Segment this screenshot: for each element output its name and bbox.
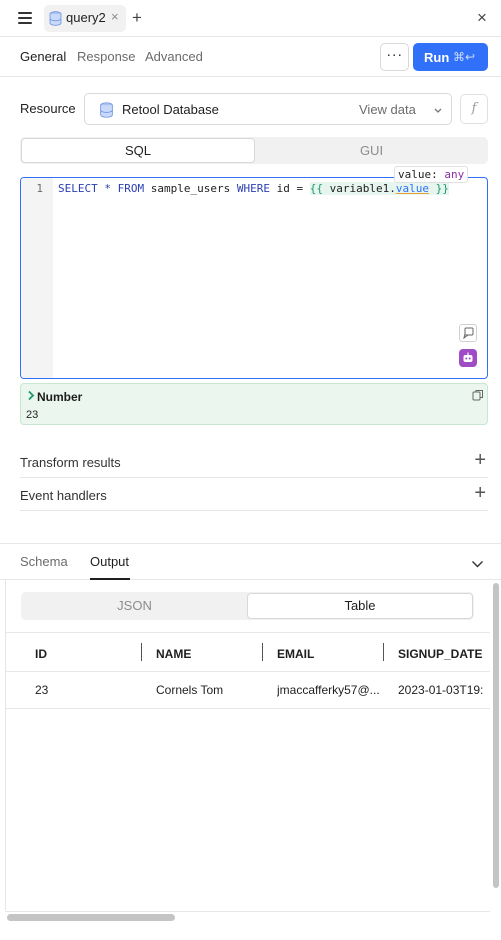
column-divider[interactable] bbox=[262, 643, 263, 661]
tab-title: query2 bbox=[66, 10, 106, 25]
tab-output[interactable]: Output bbox=[90, 554, 129, 569]
horizontal-scrollbar-thumb[interactable] bbox=[7, 914, 175, 921]
sql-keyword: WHERE bbox=[236, 182, 270, 195]
sql-condition: id = bbox=[269, 182, 310, 195]
template-open: {{ bbox=[309, 182, 323, 195]
mode-toggle: SQL GUI bbox=[20, 137, 488, 164]
chevron-down-icon[interactable] bbox=[471, 557, 484, 572]
output-panel: JSON Table ID NAME EMAIL SIGNUP_DATE 23 … bbox=[5, 580, 490, 910]
copy-icon[interactable] bbox=[472, 389, 484, 404]
mode-sql[interactable]: SQL bbox=[21, 138, 255, 163]
chevron-right-icon[interactable] bbox=[27, 390, 35, 404]
tab-advanced[interactable]: Advanced bbox=[145, 49, 203, 64]
output-tabs: Schema Output bbox=[0, 544, 501, 580]
run-button-label: Run bbox=[424, 50, 450, 65]
resource-name: Retool Database bbox=[122, 102, 219, 117]
sql-table: sample_users bbox=[144, 182, 237, 195]
tab-general[interactable]: General bbox=[20, 49, 66, 64]
sql-keyword: FROM bbox=[117, 182, 145, 195]
fx-toggle-button[interactable]: f bbox=[460, 94, 488, 124]
template-dot: . bbox=[389, 182, 396, 195]
transform-results-label: Transform results bbox=[20, 455, 121, 470]
sql-keyword: SELECT bbox=[58, 182, 98, 195]
resource-select[interactable]: Retool Database View data bbox=[84, 93, 452, 125]
format-json[interactable]: JSON bbox=[22, 593, 247, 619]
query-subtabs: General Response Advanced ··· Run ⌘↩ bbox=[0, 37, 501, 77]
hint-type: any bbox=[444, 168, 465, 181]
table-cell: jmaccafferky57@... bbox=[277, 683, 380, 697]
close-panel-icon[interactable]: × bbox=[477, 8, 487, 28]
type-hint-tooltip: value: any bbox=[394, 166, 469, 183]
sql-operator: * bbox=[97, 182, 118, 195]
column-header[interactable]: ID bbox=[35, 647, 47, 661]
database-icon bbox=[49, 11, 62, 29]
run-shortcut: ⌘↩ bbox=[453, 50, 476, 64]
add-tab-icon[interactable]: + bbox=[132, 8, 142, 28]
column-header[interactable]: SIGNUP_DATE bbox=[398, 647, 482, 661]
format-table[interactable]: Table bbox=[247, 593, 473, 619]
event-handlers-row[interactable]: Event handlers + bbox=[20, 478, 488, 511]
add-icon[interactable]: + bbox=[474, 482, 486, 504]
eval-result-panel: Number 23 bbox=[20, 383, 488, 425]
hint-key: value: bbox=[398, 168, 438, 181]
tab-schema[interactable]: Schema bbox=[20, 554, 68, 569]
column-divider[interactable] bbox=[141, 643, 142, 661]
sql-editor[interactable]: 1 SELECT * FROM sample_users WHERE id = … bbox=[20, 177, 488, 379]
table-row[interactable]: 23 Cornels Tom jmaccafferky57@... 2023-0… bbox=[6, 672, 490, 709]
database-icon bbox=[99, 102, 114, 121]
editor-gutter bbox=[21, 178, 53, 378]
tab-close-icon[interactable]: × bbox=[111, 9, 119, 24]
add-icon[interactable]: + bbox=[474, 449, 486, 471]
view-data-link[interactable]: View data bbox=[359, 102, 416, 117]
table-cell: Cornels Tom bbox=[156, 683, 224, 697]
result-value: 23 bbox=[26, 409, 39, 421]
sql-code-line[interactable]: SELECT * FROM sample_users WHERE id = {{… bbox=[58, 182, 449, 195]
run-button[interactable]: Run ⌘↩ bbox=[413, 43, 488, 71]
ai-assist-icon[interactable] bbox=[459, 349, 477, 367]
query-tab[interactable]: query2 × bbox=[44, 5, 126, 32]
template-property: value bbox=[395, 182, 429, 195]
template-variable: variable1 bbox=[322, 182, 390, 195]
line-number: 1 bbox=[36, 182, 43, 195]
column-header[interactable]: NAME bbox=[156, 647, 191, 661]
more-options-button[interactable]: ··· bbox=[380, 43, 409, 71]
comment-icon[interactable] bbox=[459, 324, 477, 342]
event-handlers-label: Event handlers bbox=[20, 488, 107, 503]
top-bar: query2 × + × bbox=[0, 0, 501, 37]
template-close: }} bbox=[428, 182, 449, 195]
tab-response[interactable]: Response bbox=[77, 49, 136, 64]
output-format-toggle: JSON Table bbox=[21, 592, 474, 620]
table-cell: 2023-01-03T19: bbox=[398, 683, 484, 697]
table-cell: 23 bbox=[35, 683, 49, 697]
table-header: ID NAME EMAIL SIGNUP_DATE bbox=[6, 632, 490, 672]
transform-results-row[interactable]: Transform results + bbox=[20, 445, 488, 478]
result-type: Number bbox=[37, 390, 83, 404]
vertical-scrollbar-thumb[interactable] bbox=[493, 583, 499, 888]
column-header[interactable]: EMAIL bbox=[277, 647, 314, 661]
column-divider[interactable] bbox=[383, 643, 384, 661]
resource-label: Resource bbox=[20, 101, 76, 116]
mode-gui[interactable]: GUI bbox=[256, 138, 487, 163]
menu-icon[interactable] bbox=[18, 12, 32, 24]
chevron-down-icon bbox=[433, 103, 443, 118]
